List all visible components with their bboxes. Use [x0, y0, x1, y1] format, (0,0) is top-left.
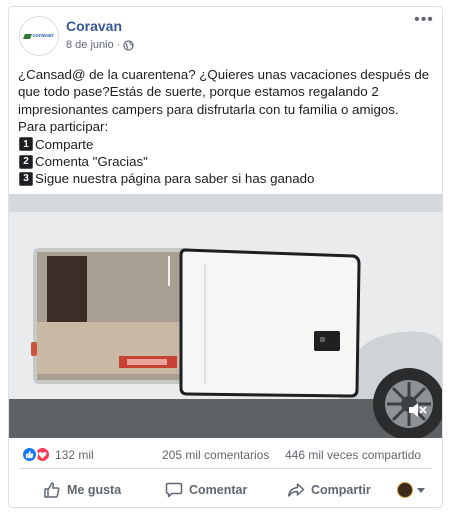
post-text-line: Para participar: [18, 119, 109, 135]
logo-text: coravan [32, 33, 54, 39]
caret-down-icon [417, 487, 425, 493]
post-body: ¿Cansad@ de la cuarentena? ¿Quieres unas… [18, 66, 438, 188]
step-label: Comenta "Gracias" [35, 154, 148, 170]
post-meta: 8 de junio · [66, 39, 135, 51]
logo-mark [23, 33, 33, 39]
comment-bubble-icon [165, 482, 183, 498]
post-text-line: impresionantes campers para disfrutarla … [18, 101, 399, 117]
globe-icon [123, 39, 135, 51]
post-header: coravan Coravan 8 de junio · ••• [9, 7, 442, 59]
keycap-two-icon: 2 [19, 154, 33, 169]
reactions-count: 132 mil [55, 447, 94, 462]
keycap-three-icon: 3 [19, 172, 33, 187]
coravan-logo: coravan [23, 33, 54, 39]
reactions-summary[interactable]: 132 mil [21, 446, 94, 463]
page-avatar[interactable]: coravan [19, 16, 59, 56]
post-date[interactable]: 8 de junio · [66, 39, 120, 51]
step-item: 3 Sigue nuestra página para saber si has… [18, 170, 438, 187]
speaker-muted-icon[interactable] [407, 402, 427, 418]
step-label: Sigue nuestra página para saber si has g… [35, 171, 315, 187]
share-button[interactable]: Compartir [287, 479, 371, 501]
post-card: coravan Coravan 8 de junio · ••• ¿Cansad… [8, 6, 443, 508]
actions-divider [19, 468, 432, 469]
video-player[interactable] [9, 194, 442, 438]
like-reaction-icon [21, 446, 38, 463]
comment-button[interactable]: Comentar [165, 479, 247, 501]
more-options-icon[interactable]: ••• [414, 12, 434, 29]
page-name-link[interactable]: Coravan [66, 18, 122, 34]
like-button[interactable]: Me gusta [43, 479, 121, 501]
comments-count-link[interactable]: 205 mil comentarios [162, 448, 269, 462]
like-label: Me gusta [67, 483, 122, 497]
post-text-line: ¿Cansad@ de la cuarentena? ¿Quieres unas… [18, 67, 430, 82]
step-item: 1 Comparte [18, 136, 438, 153]
step-item: 2 Comenta "Gracias" [18, 153, 438, 170]
user-avatar [397, 482, 413, 498]
post-stats: 132 mil 205 mil comentarios 446 mil vece… [9, 439, 442, 469]
action-bar: Me gusta Comentar Compartir [9, 474, 442, 506]
share-arrow-icon [288, 483, 305, 497]
thumbs-up-icon [44, 482, 60, 498]
step-label: Comparte [35, 136, 94, 152]
comment-label: Comentar [189, 483, 248, 497]
shares-count-link[interactable]: 446 mil veces compartido [285, 448, 421, 462]
post-text-line: que todo pase?Estás de suerte, porque es… [18, 84, 379, 100]
keycap-one-icon: 1 [19, 137, 33, 152]
reaction-as-selector[interactable] [397, 482, 425, 498]
video-frame [9, 194, 442, 438]
share-label: Compartir [311, 483, 371, 497]
